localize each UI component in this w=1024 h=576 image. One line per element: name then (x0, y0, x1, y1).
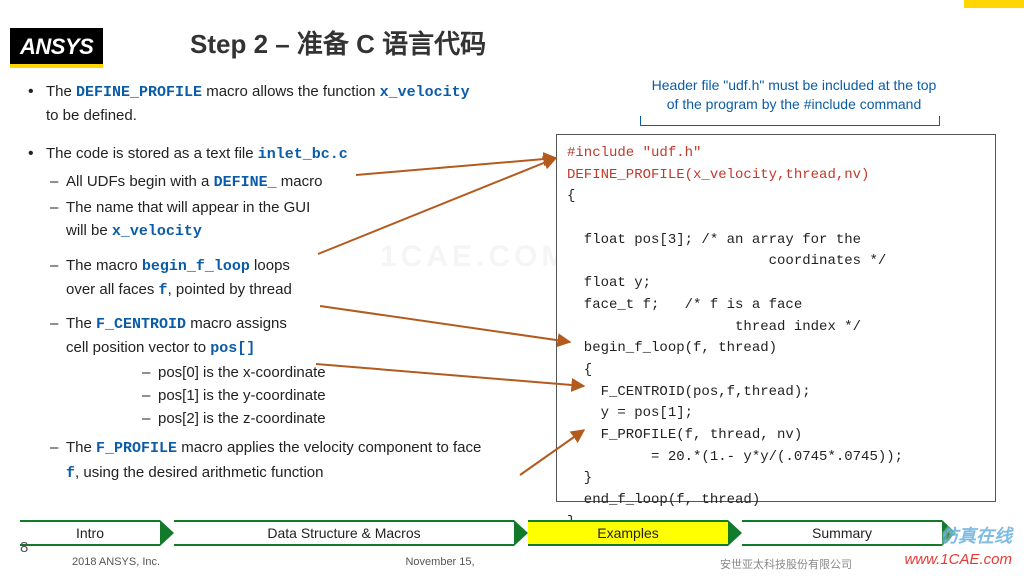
watermark-cn: 仿真在线 (940, 522, 1012, 548)
text: The name that will appear in the GUI (66, 199, 310, 216)
code-box: #include "udf.h" DEFINE_PROFILE(x_veloci… (556, 134, 996, 502)
nav-examples: Examples (528, 520, 728, 546)
nav-chevrons: Intro Data Structure & Macros Examples S… (20, 520, 1004, 546)
footer: 2018 ANSYS, Inc. November 15, 安世亚太科技股份有限… (22, 556, 1002, 572)
code-line: begin_f_loop(f, thread) (567, 340, 777, 356)
code-token: F_CENTROID (96, 316, 186, 333)
code-line: { (567, 188, 575, 204)
code-line: DEFINE_PROFILE(x_velocity,thread,nv) (567, 167, 869, 183)
footer-date: November 15, (405, 556, 474, 572)
code-line: } (567, 470, 592, 486)
code-line: end_f_loop(f, thread) (567, 492, 760, 508)
text: macro assigns (186, 315, 287, 332)
code-token: f (159, 282, 168, 299)
code-token: F_PROFILE (96, 440, 177, 457)
text: , using the desired arithmetic function (75, 464, 323, 481)
text: macro allows the function (202, 83, 380, 100)
footer-left: 2018 ANSYS, Inc. (72, 556, 160, 572)
text: pos[1] is the y-coordinate (138, 384, 538, 407)
code-token: x_velocity (380, 84, 470, 101)
text: to be defined. (46, 107, 137, 124)
code-line: = 20.*(1.- y*y/(.0745*.0745)); (567, 449, 903, 465)
code-token: inlet_bc.c (258, 146, 348, 163)
header-note: Header file "udf.h" must be included at … (604, 76, 984, 114)
code-line: float pos[3]; /* an array for the (567, 232, 861, 248)
code-token: begin_f_loop (142, 258, 250, 275)
text: The (66, 439, 96, 456)
code-line: #include "udf.h" (567, 145, 701, 161)
code-token: DEFINE_PROFILE (76, 84, 202, 101)
code-line: float y; (567, 275, 651, 291)
watermark-url: www.1CAE.com (904, 551, 1012, 568)
bracket-icon (640, 116, 940, 126)
code-line: F_PROFILE(f, thread, nv) (567, 427, 802, 443)
code-line: F_CENTROID(pos,f,thread); (567, 384, 811, 400)
nav-summary: Summary (742, 520, 942, 546)
code-token: f (66, 465, 75, 482)
accent-bar (964, 0, 1024, 8)
text: over all faces (66, 281, 159, 298)
code-token: DEFINE_ (214, 174, 277, 191)
footer-company: 安世亚太科技股份有限公司 (720, 556, 852, 572)
text: The (46, 83, 76, 100)
slide-title: Step 2 – 准备 C 语言代码 (190, 24, 486, 61)
code-line: thread index */ (567, 319, 861, 335)
text: pos[2] is the z-coordinate (138, 407, 538, 430)
bullet-list: The DEFINE_PROFILE macro allows the func… (28, 80, 538, 495)
code-token: x_velocity (112, 223, 202, 240)
text: macro applies the velocity component to … (177, 439, 481, 456)
text: loops (250, 257, 290, 274)
text: of the program by the #include command (667, 96, 921, 112)
ansys-logo: ANSYS (10, 28, 103, 68)
text: , pointed by thread (168, 281, 292, 298)
text: macro (277, 173, 323, 190)
code-line: face_t f; /* f is a face (567, 297, 802, 313)
code-line: { (567, 362, 592, 378)
text: All UDFs begin with a (66, 173, 214, 190)
text: will be (66, 222, 112, 239)
code-line: coordinates */ (567, 253, 886, 269)
text: Header file "udf.h" must be included at … (652, 77, 937, 93)
text: The code is stored as a text file (46, 145, 258, 162)
text: The macro (66, 257, 142, 274)
text: pos[0] is the x-coordinate (138, 361, 538, 384)
code-token: pos[] (210, 340, 255, 357)
nav-intro: Intro (20, 520, 160, 546)
page-number: 8 (20, 539, 28, 556)
code-line: y = pos[1]; (567, 405, 693, 421)
text: cell position vector to (66, 339, 210, 356)
nav-data-structure: Data Structure & Macros (174, 520, 514, 546)
text: The (66, 315, 96, 332)
